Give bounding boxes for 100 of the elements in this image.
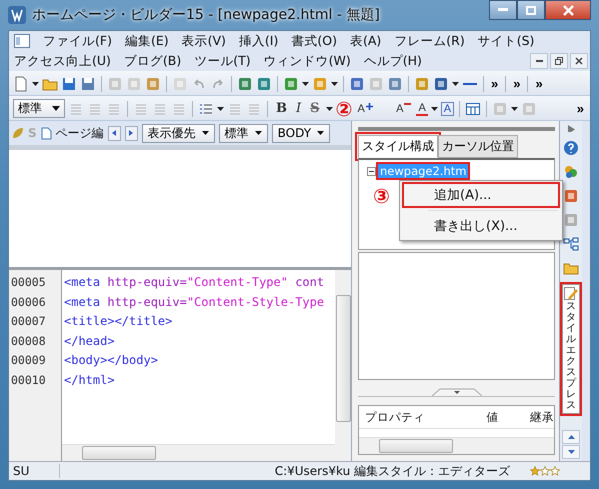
tree-icon[interactable] [563,236,579,252]
menu-item[interactable]: アクセス向上(U) [14,52,111,70]
circles-icon[interactable] [563,164,579,180]
line-number: 00010 [10,372,47,388]
table-icon[interactable] [465,100,482,116]
caret-icon[interactable] [331,82,338,86]
menu-item[interactable]: 挿入(I) [238,32,278,50]
line-number: 00007 [10,313,47,330]
restore-icon [555,57,563,65]
menu-item[interactable]: フレーム(R) [394,32,465,50]
column-header[interactable]: プロパティ [359,410,486,424]
status-text: C:¥Users¥ku 編集スタイル：エディターズ [274,462,511,480]
caret-icon[interactable] [511,106,518,110]
minimize-button[interactable] [530,53,548,69]
column-header[interactable]: 値 [486,410,530,424]
restore-button[interactable] [550,53,568,69]
menu-item[interactable]: ヘルプ(H) [364,52,422,70]
overflow-button[interactable]: » [511,76,522,91]
previous-button[interactable] [108,126,121,140]
horizontal-scrollbar[interactable] [62,444,335,461]
font-button[interactable]: A [440,102,454,116]
column-header[interactable]: 継承 [530,410,554,424]
menu-item[interactable]: ブログ(B) [124,52,182,70]
style-list[interactable] [358,252,555,380]
help-icon[interactable] [563,140,579,156]
horizontal-scrollbar[interactable] [359,437,554,454]
vertical-scrollbar[interactable] [335,270,351,461]
menu-item[interactable]: 表示(V) [182,32,226,50]
line-number: 00005 [10,274,47,291]
code-line: <meta http-equiv="Content-Style-Type [64,294,326,310]
font-button[interactable]: A [416,102,428,116]
step-marker: ③ [373,186,390,206]
tool-icon[interactable] [433,76,449,92]
panel-tab[interactable]: カーソル位置 [438,135,518,158]
tool-icon[interactable] [387,76,403,92]
caret-icon [202,131,209,135]
view-select[interactable]: 表示優先 [142,124,215,142]
menu-item[interactable]: ウィンドウ(W) [264,52,351,70]
minimize-icon [498,8,508,12]
style-select[interactable]: 標準 [13,99,65,118]
overflow-button[interactable]: » [574,101,586,116]
splitter-handle[interactable] [432,388,482,396]
caret-icon[interactable] [217,106,224,110]
next-button[interactable] [124,126,138,140]
menu-item[interactable]: 表(A) [350,32,382,50]
step-marker: ② [336,98,352,118]
document-icon[interactable] [14,34,30,48]
menu-item[interactable]: 書式(O) [291,32,337,50]
overflow-button[interactable]: » [533,76,545,91]
format-button[interactable]: I [293,101,304,116]
menu-item[interactable]: サイト(S) [478,32,534,50]
menu-item[interactable]: ファイル(F) [43,32,112,50]
right-arrow-icon [129,130,134,136]
up-arrow-icon [568,435,574,439]
scroll-down-button[interactable] [562,445,580,459]
maximize-icon [526,6,536,14]
close-button[interactable] [545,0,591,20]
dock-tab[interactable]: スタイルエクスプレス [562,284,580,414]
collapse-icon[interactable] [367,166,376,176]
caret-icon [254,131,262,135]
overflow-button[interactable]: » [489,76,500,91]
maximize-button[interactable] [517,0,545,20]
star-icon [550,466,560,476]
close-button[interactable] [570,53,588,69]
scroll-up-button[interactable] [562,430,580,444]
menu-item[interactable]: 編集(E) [124,32,169,50]
code-line: </head> [64,332,116,350]
tool-icon[interactable] [414,76,430,92]
menu-item[interactable]: 追加(A)... [404,184,558,206]
caret-icon[interactable] [326,106,333,110]
caret-icon[interactable] [452,82,459,86]
view-select[interactable]: 標準 [218,124,268,142]
caret-icon[interactable] [302,82,309,86]
font-button[interactable]: A [355,102,392,114]
window-title: ホームページ・ビルダー15 - [newpage2.html - 無題] [32,6,380,24]
left-arrow-icon [112,130,116,136]
caret-icon[interactable] [32,82,39,86]
caret-icon[interactable] [430,106,438,110]
format-button[interactable]: S [307,101,323,116]
design-view[interactable] [9,150,351,270]
page-label: ページ編 [56,124,104,142]
leaf-icon[interactable] [12,127,24,139]
app-icon [8,6,26,24]
expand-icon[interactable] [568,125,574,132]
minimize-button[interactable] [489,0,517,20]
caret-icon [317,131,324,135]
page-icon[interactable] [13,76,29,92]
tool-icon[interactable] [563,188,579,204]
menu-item[interactable]: 書き出し(X)... [404,215,558,237]
view-select[interactable]: BODY [272,124,330,142]
tool-icon[interactable] [237,76,253,92]
close-icon [562,4,574,16]
star-icon [540,466,550,476]
font-button[interactable]: A [394,102,414,114]
panel-tab[interactable]: スタイル構成 [358,135,438,158]
page-icon[interactable] [40,126,52,140]
format-button[interactable]: B [273,101,290,116]
tool-icon[interactable] [256,76,272,92]
menu-item[interactable]: ツール(T) [194,52,251,70]
tool-icon[interactable] [349,76,365,92]
